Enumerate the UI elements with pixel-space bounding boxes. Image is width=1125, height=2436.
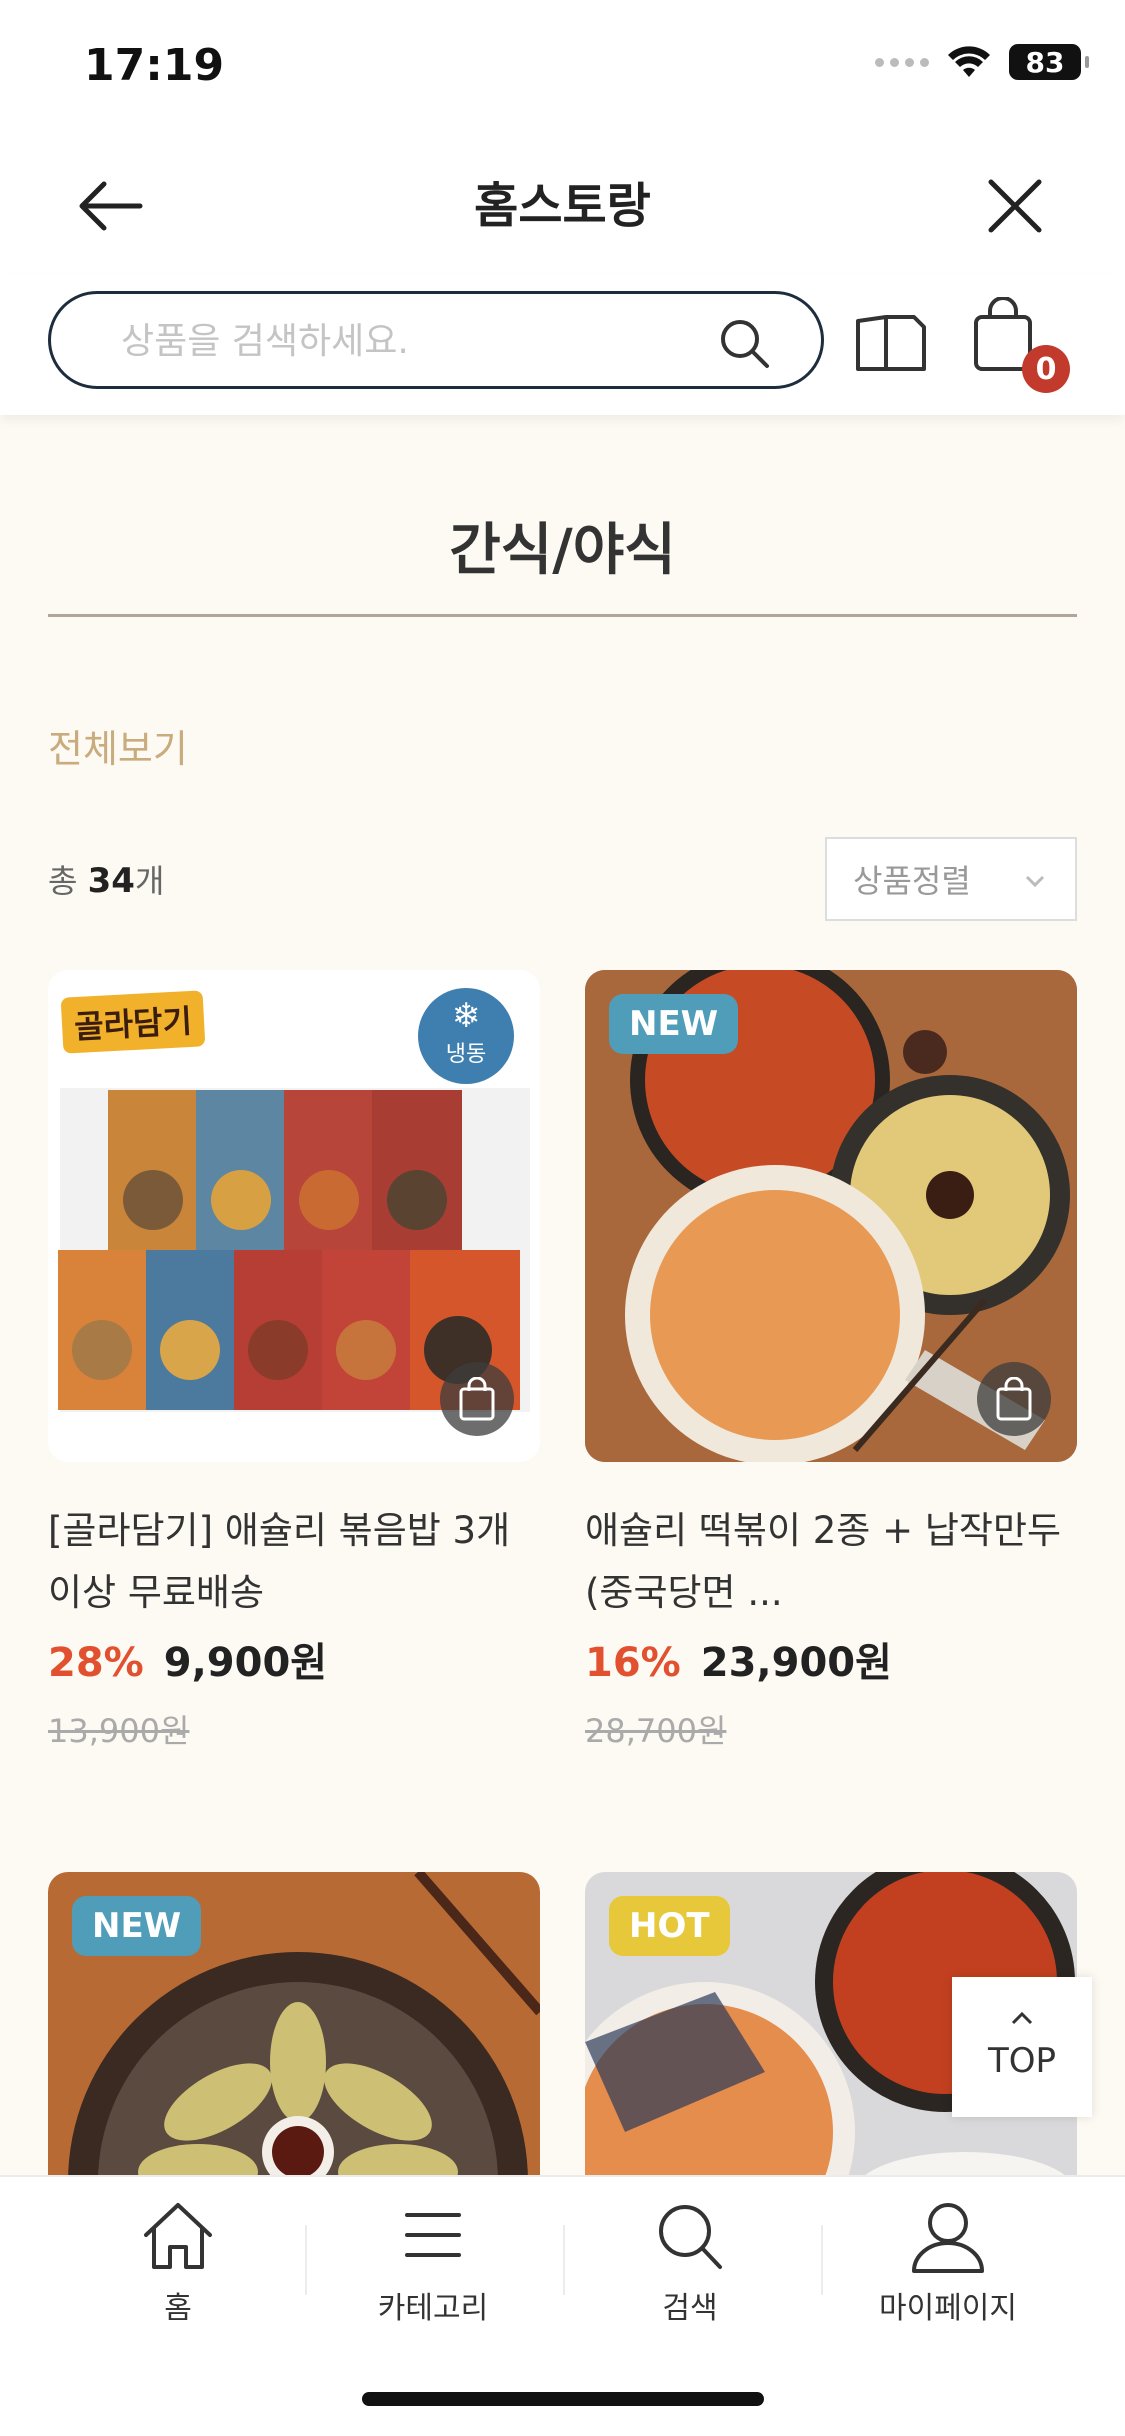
- add-to-cart-button[interactable]: [977, 1362, 1051, 1436]
- status-bar: 17:19 83: [0, 0, 1125, 140]
- original-price: 13,900원: [48, 1712, 190, 1750]
- chevron-down-icon: [1025, 875, 1045, 888]
- product-card[interactable]: NEW 애슐리 떡볶이 2종 + 납작만두 (중국당면 ... 16% 23,9…: [585, 970, 1077, 1752]
- snowflake-icon: ❄: [451, 996, 481, 1036]
- page-title: 홈스토랑: [474, 178, 651, 234]
- search-button[interactable]: [717, 316, 771, 370]
- menu-icon: [405, 2213, 461, 2257]
- status-indicators: 83: [875, 44, 1089, 80]
- product-name[interactable]: [골라담기] 애슐리 볶음밥 3개이상 무료배송: [48, 1500, 540, 1624]
- total-count: 총 34개: [48, 856, 164, 902]
- status-time: 17:19: [84, 40, 225, 91]
- book-icon: [856, 315, 926, 371]
- product-image[interactable]: 골라담기 ❄ 냉동: [48, 970, 540, 1462]
- product-image[interactable]: NEW: [585, 970, 1077, 1462]
- nav-item-mypage[interactable]: 마이페이지: [848, 2199, 1048, 2339]
- nav-item-search[interactable]: 검색: [590, 2199, 790, 2339]
- product-name[interactable]: 애슐리 떡볶이 2종 + 납작만두 (중국당면 ...: [585, 1500, 1077, 1624]
- search-icon: [659, 2205, 722, 2269]
- cart-button[interactable]: 0: [970, 296, 1070, 393]
- close-icon: [988, 179, 1042, 233]
- nav-label-category: 카테고리: [377, 2291, 489, 2326]
- chevron-up-icon: [1011, 2011, 1033, 2025]
- brand-tag: 골라담기: [60, 990, 206, 1054]
- view-all-link[interactable]: 전체보기: [48, 718, 188, 773]
- price-row: 16% 23,900원: [585, 1630, 1077, 1688]
- battery-indicator: 83: [1009, 44, 1089, 80]
- nav-label-home: 홈: [164, 2291, 192, 2326]
- total-suffix: 개: [134, 862, 165, 900]
- storage-label: 냉동: [445, 1042, 487, 1067]
- scroll-top-button[interactable]: TOP: [952, 1977, 1092, 2117]
- frozen-badge: ❄ 냉동: [418, 988, 514, 1084]
- total-number: 34: [87, 861, 135, 901]
- product-card[interactable]: NEW: [48, 1872, 540, 2202]
- search-bar-row: 0: [0, 275, 1125, 415]
- wifi-icon: [948, 46, 990, 77]
- search-input[interactable]: [121, 316, 681, 366]
- original-price: 28,700원: [585, 1712, 727, 1750]
- search-icon: [721, 320, 769, 368]
- user-icon: [912, 2203, 984, 2273]
- shopping-bag-icon: [996, 1377, 1032, 1421]
- sort-dropdown[interactable]: 상품정렬: [825, 837, 1077, 921]
- new-badge: NEW: [72, 1896, 202, 1956]
- nav-divider: [563, 2225, 565, 2295]
- nav-label-search: 검색: [662, 2291, 718, 2326]
- discount-rate: 28%: [48, 1640, 144, 1686]
- hot-badge: HOT: [609, 1896, 730, 1956]
- new-badge: NEW: [609, 994, 739, 1054]
- product-image[interactable]: NEW: [48, 1872, 540, 2202]
- add-to-cart-button[interactable]: [440, 1362, 514, 1436]
- nav-divider: [305, 2225, 307, 2295]
- category-title: 간식/야식: [449, 518, 676, 583]
- sale-price: 9,900원: [163, 1640, 328, 1686]
- signal-icon: [875, 57, 929, 67]
- nav-item-category[interactable]: 카테고리: [333, 2199, 533, 2339]
- top-label: TOP: [987, 2041, 1057, 2081]
- nav-divider: [821, 2225, 823, 2295]
- home-indicator: [362, 2392, 764, 2406]
- nav-label-mypage: 마이페이지: [879, 2291, 1017, 2326]
- shopping-bag-icon: [459, 1377, 495, 1421]
- divider: [48, 614, 1077, 617]
- search-box: [48, 291, 824, 389]
- close-button[interactable]: [975, 166, 1055, 246]
- home-icon: [144, 2203, 212, 2269]
- nav-item-home[interactable]: 홈: [78, 2199, 278, 2339]
- catalog-button[interactable]: [854, 313, 928, 373]
- price-row: 28% 9,900원: [48, 1630, 540, 1688]
- cart-count-badge: 0: [1022, 345, 1070, 393]
- sort-label: 상품정렬: [853, 862, 971, 900]
- product-card[interactable]: 골라담기 ❄ 냉동 [골라담기] 애슐리 볶음밥 3개이상 무료배송 28% 9…: [48, 970, 540, 1752]
- app-header: 홈스토랑: [0, 140, 1125, 275]
- total-prefix: 총: [48, 862, 78, 900]
- discount-rate: 16%: [585, 1640, 681, 1686]
- sale-price: 23,900원: [700, 1640, 892, 1686]
